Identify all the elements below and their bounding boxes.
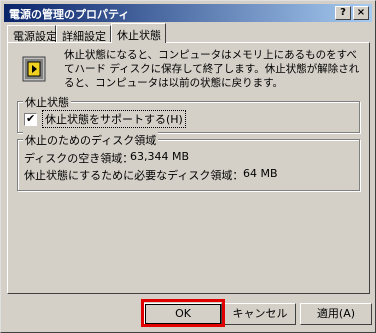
- tab-power-settings[interactable]: 電源設定: [7, 25, 57, 43]
- disk-space-group: 休止のためのディスク領域 ディスクの空き領域： 63,344 MB 休止状態にす…: [17, 132, 360, 191]
- hibernate-panel: 休止状態になると、コンピュータはメモリ上にあるものをすべてハード ディスクに保存…: [7, 42, 370, 294]
- required-space-value: 64 MB: [243, 167, 278, 180]
- free-space-value: 63,344 MB: [130, 150, 190, 163]
- hibernate-group: 休止状態 ✔ 休止状態をサポートする(H): [17, 94, 360, 133]
- properties-dialog: 電源の管理のプロパティ ? × 電源設定 詳細設定 休止状態 休止状態になると、…: [0, 0, 376, 333]
- free-space-label: ディスクの空き領域：: [24, 152, 134, 165]
- help-button[interactable]: ?: [335, 6, 351, 20]
- hibernate-checkbox-row[interactable]: ✔ 休止状態をサポートする(H): [24, 110, 186, 128]
- hibernate-checkbox-label[interactable]: 休止状態をサポートする(H): [42, 110, 186, 128]
- ok-highlight-frame: [141, 299, 225, 327]
- hibernate-group-title: 休止状態: [23, 94, 71, 110]
- title-bar: 電源の管理のプロパティ ? ×: [4, 4, 372, 22]
- tab-advanced[interactable]: 詳細設定: [56, 25, 111, 43]
- hibernate-checkbox[interactable]: ✔: [24, 111, 37, 126]
- cancel-button[interactable]: キャンセル: [224, 303, 296, 325]
- disk-space-group-title: 休止のためのディスク領域: [23, 132, 159, 148]
- required-space-label: 休止状態にするために必要なディスク領域：: [24, 169, 244, 182]
- hibernate-icon: [19, 54, 49, 84]
- close-button[interactable]: ×: [353, 6, 369, 20]
- check-mark-icon: ✔: [26, 111, 36, 125]
- window-title: 電源の管理のプロパティ: [9, 8, 130, 21]
- hibernate-description: 休止状態になると、コンピュータはメモリ上にあるものをすべてハード ディスクに保存…: [64, 49, 360, 89]
- tab-hibernate[interactable]: 休止状態: [111, 23, 166, 43]
- apply-button[interactable]: 適用(A): [300, 303, 372, 325]
